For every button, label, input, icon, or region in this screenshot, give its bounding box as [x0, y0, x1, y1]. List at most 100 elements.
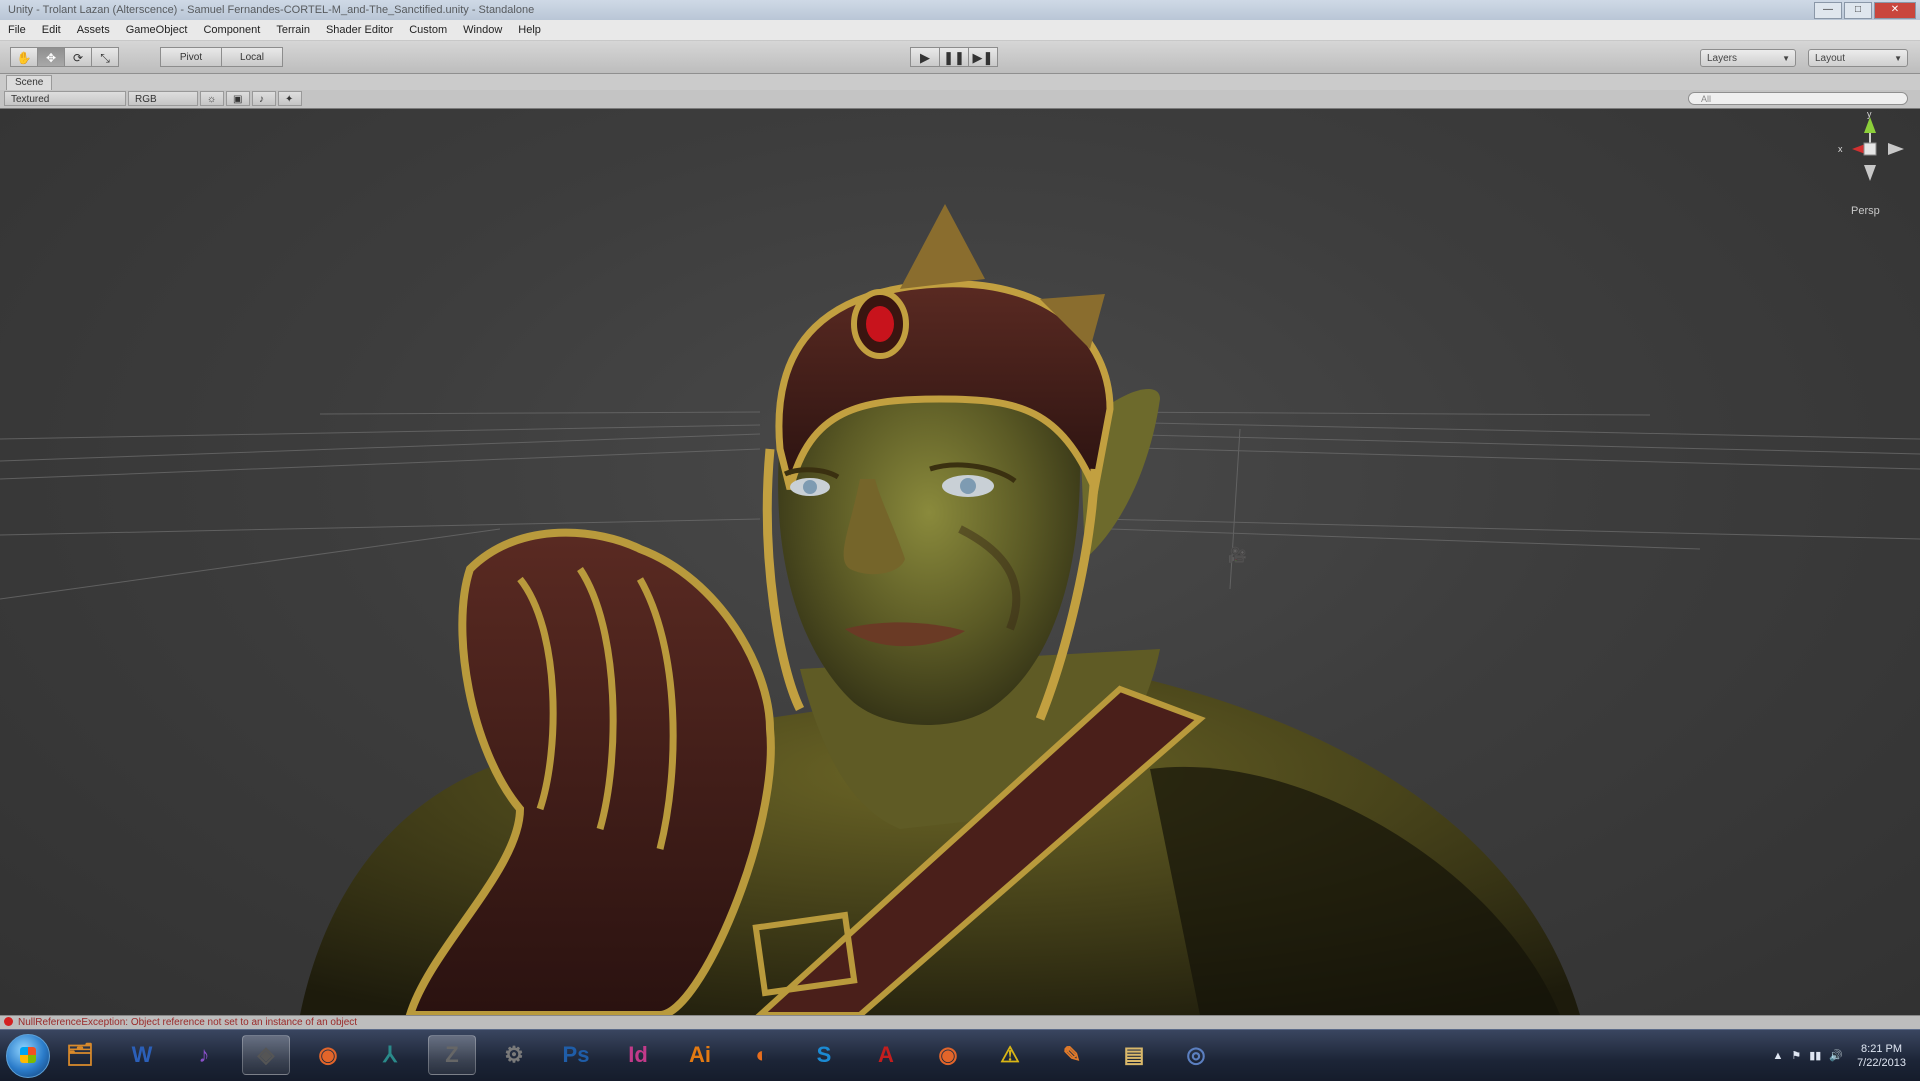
layout-dropdown[interactable]: Layout ▼ [1808, 49, 1908, 67]
play-button[interactable]: ▶ [910, 47, 940, 67]
minimize-button[interactable]: — [1814, 2, 1842, 19]
photoshop-app-icon[interactable]: Ps [552, 1035, 600, 1075]
start-button[interactable] [6, 1034, 50, 1078]
blender-app-icon[interactable]: ◐ [738, 1035, 786, 1075]
network-icon[interactable]: ▮▮ [1809, 1049, 1821, 1062]
scene-search-input[interactable]: All [1688, 92, 1908, 105]
menu-shader-editor[interactable]: Shader Editor [318, 24, 401, 36]
menu-help[interactable]: Help [510, 24, 549, 36]
scale-tool-button[interactable]: ⤡ [91, 47, 119, 67]
chevron-down-icon: ▼ [1894, 54, 1902, 63]
hand-tool-button[interactable]: ✋ [10, 47, 38, 67]
transform-tools: ✋ ✥ ⟳ ⤡ [10, 47, 119, 67]
fx-toggle[interactable]: ▣ [226, 91, 250, 106]
center-cube[interactable] [1863, 142, 1877, 156]
paint-app-icon[interactable]: ✎ [1048, 1035, 1096, 1075]
lighting-toggle[interactable]: ☼ [200, 91, 224, 106]
firefox-app-glyph: ◉ [318, 1042, 338, 1067]
local-toggle-button[interactable]: Local [221, 47, 283, 67]
clock[interactable]: 8:21 PM 7/22/2013 [1857, 1042, 1906, 1070]
paint-app-glyph: ✎ [1062, 1042, 1082, 1067]
gizmos-toggle[interactable]: ✦ [278, 91, 302, 106]
menu-component[interactable]: Component [195, 24, 268, 36]
persp-label[interactable]: Persp [1851, 205, 1880, 217]
image-icon: ▣ [233, 94, 243, 105]
unity-app-icon[interactable]: ◈ [242, 1035, 290, 1075]
scene-tabbar: Scene [0, 74, 1920, 91]
status-bar[interactable]: NullReferenceException: Object reference… [0, 1015, 1920, 1030]
orientation-gizmo[interactable]: y x [1820, 109, 1920, 219]
firefox2-app-icon[interactable]: ◉ [924, 1035, 972, 1075]
move-tool-button[interactable]: ✥ [37, 47, 65, 67]
step-button[interactable]: ▶❚ [968, 47, 998, 67]
window-title: Unity - Trolant Lazan (Alterscence) - Sa… [8, 4, 535, 16]
system-tray: ▲ ⚑ ▮▮ 🔊 8:21 PM 7/22/2013 [1720, 1030, 1920, 1081]
illustrator-app-icon[interactable]: Ai [676, 1035, 724, 1075]
indesign-app-icon[interactable]: Id [614, 1035, 662, 1075]
menu-terrain[interactable]: Terrain [268, 24, 318, 36]
pivot-toggle-button[interactable]: Pivot [160, 47, 222, 67]
illustrator-app-glyph: Ai [689, 1042, 711, 1067]
play-controls: ▶ ❚❚ ▶❚ [910, 47, 998, 67]
warning-app-icon[interactable]: ⚠ [986, 1035, 1034, 1075]
menu-assets[interactable]: Assets [69, 24, 118, 36]
menu-bar: File Edit Assets GameObject Component Te… [0, 20, 1920, 41]
neg-y-axis-cone[interactable] [1864, 165, 1876, 181]
menu-gameobject[interactable]: GameObject [118, 24, 196, 36]
menu-window[interactable]: Window [455, 24, 510, 36]
gizmo-icon: ✦ [285, 94, 294, 105]
close-button[interactable]: ✕ [1874, 2, 1916, 19]
chevron-down-icon: ▼ [1782, 54, 1790, 63]
character-model[interactable] [0, 109, 1920, 1015]
menu-file[interactable]: File [0, 24, 34, 36]
audio-toggle[interactable]: ♪ [252, 91, 276, 106]
firefox2-app-glyph: ◉ [938, 1042, 958, 1067]
y-axis-label: y [1867, 109, 1872, 119]
clock-date: 7/22/2013 [1857, 1056, 1906, 1069]
media-app-icon[interactable]: ♪ [180, 1035, 228, 1075]
color-mode-label: RGB [135, 94, 157, 105]
acrobat-app-glyph: A [878, 1042, 894, 1067]
scene-viewport[interactable]: y x Persp 🎥 [0, 109, 1920, 1015]
camera-icon[interactable]: 🎥 [1228, 546, 1247, 564]
skype-app-glyph: S [816, 1042, 832, 1067]
error-message: NullReferenceException: Object reference… [18, 1017, 358, 1028]
render-mode-dropdown[interactable]: Textured [4, 91, 126, 106]
explorer-app-icon[interactable]: 🗂 [56, 1035, 104, 1075]
warning-app-glyph: ⚠ [1000, 1042, 1020, 1067]
maximize-button[interactable]: □ [1844, 2, 1872, 19]
action-center-icon[interactable]: ⚑ [1791, 1049, 1801, 1062]
indesign-app-glyph: Id [628, 1042, 648, 1067]
neg-x-axis-cone[interactable] [1888, 143, 1904, 155]
windows-taskbar: 🗂 W ♪ ◈ ◉ ⅄ Z ⚙ Ps Id Ai ◐ S A ◉ ⚠ ✎ ▤ ◎ ▲ ⚑ ▮▮ 🔊 8:21 PM … [0, 1029, 1920, 1081]
settings-app-icon[interactable]: ⚙ [490, 1035, 538, 1075]
network-app-glyph: ◎ [1186, 1042, 1206, 1067]
network-app-icon[interactable]: ◎ [1172, 1035, 1220, 1075]
speaker-icon: ♪ [259, 94, 264, 105]
layers-dropdown[interactable]: Layers ▼ [1700, 49, 1796, 67]
error-icon [4, 1017, 13, 1026]
volume-icon[interactable]: 🔊 [1829, 1049, 1843, 1062]
firefox-app-icon[interactable]: ◉ [304, 1035, 352, 1075]
folder-app-icon[interactable]: ▤ [1110, 1035, 1158, 1075]
folder-app-glyph: ▤ [1123, 1042, 1145, 1067]
word-app-icon[interactable]: W [118, 1035, 166, 1075]
main-toolbar: ✋ ✥ ⟳ ⤡ Pivot Local ▶ ❚❚ ▶❚ Layers ▼ Lay… [0, 41, 1920, 74]
maya-app-glyph: ⅄ [383, 1042, 397, 1067]
show-hidden-icons-icon[interactable]: ▲ [1772, 1050, 1783, 1062]
scene-tab-label: Scene [15, 77, 44, 88]
tab-scene[interactable]: Scene [6, 75, 53, 91]
acrobat-app-icon[interactable]: A [862, 1035, 910, 1075]
pause-button[interactable]: ❚❚ [939, 47, 969, 67]
menu-custom[interactable]: Custom [401, 24, 455, 36]
menu-edit[interactable]: Edit [34, 24, 69, 36]
maya-app-icon[interactable]: ⅄ [366, 1035, 414, 1075]
x-axis-label: x [1838, 144, 1843, 154]
color-mode-dropdown[interactable]: RGB [128, 91, 198, 106]
rotate-tool-button[interactable]: ⟳ [64, 47, 92, 67]
y-axis-cone[interactable] [1864, 117, 1876, 133]
windows-logo-icon [20, 1047, 36, 1063]
skype-app-icon[interactable]: S [800, 1035, 848, 1075]
layers-label: Layers [1707, 53, 1738, 64]
zbrush-app-icon[interactable]: Z [428, 1035, 476, 1075]
